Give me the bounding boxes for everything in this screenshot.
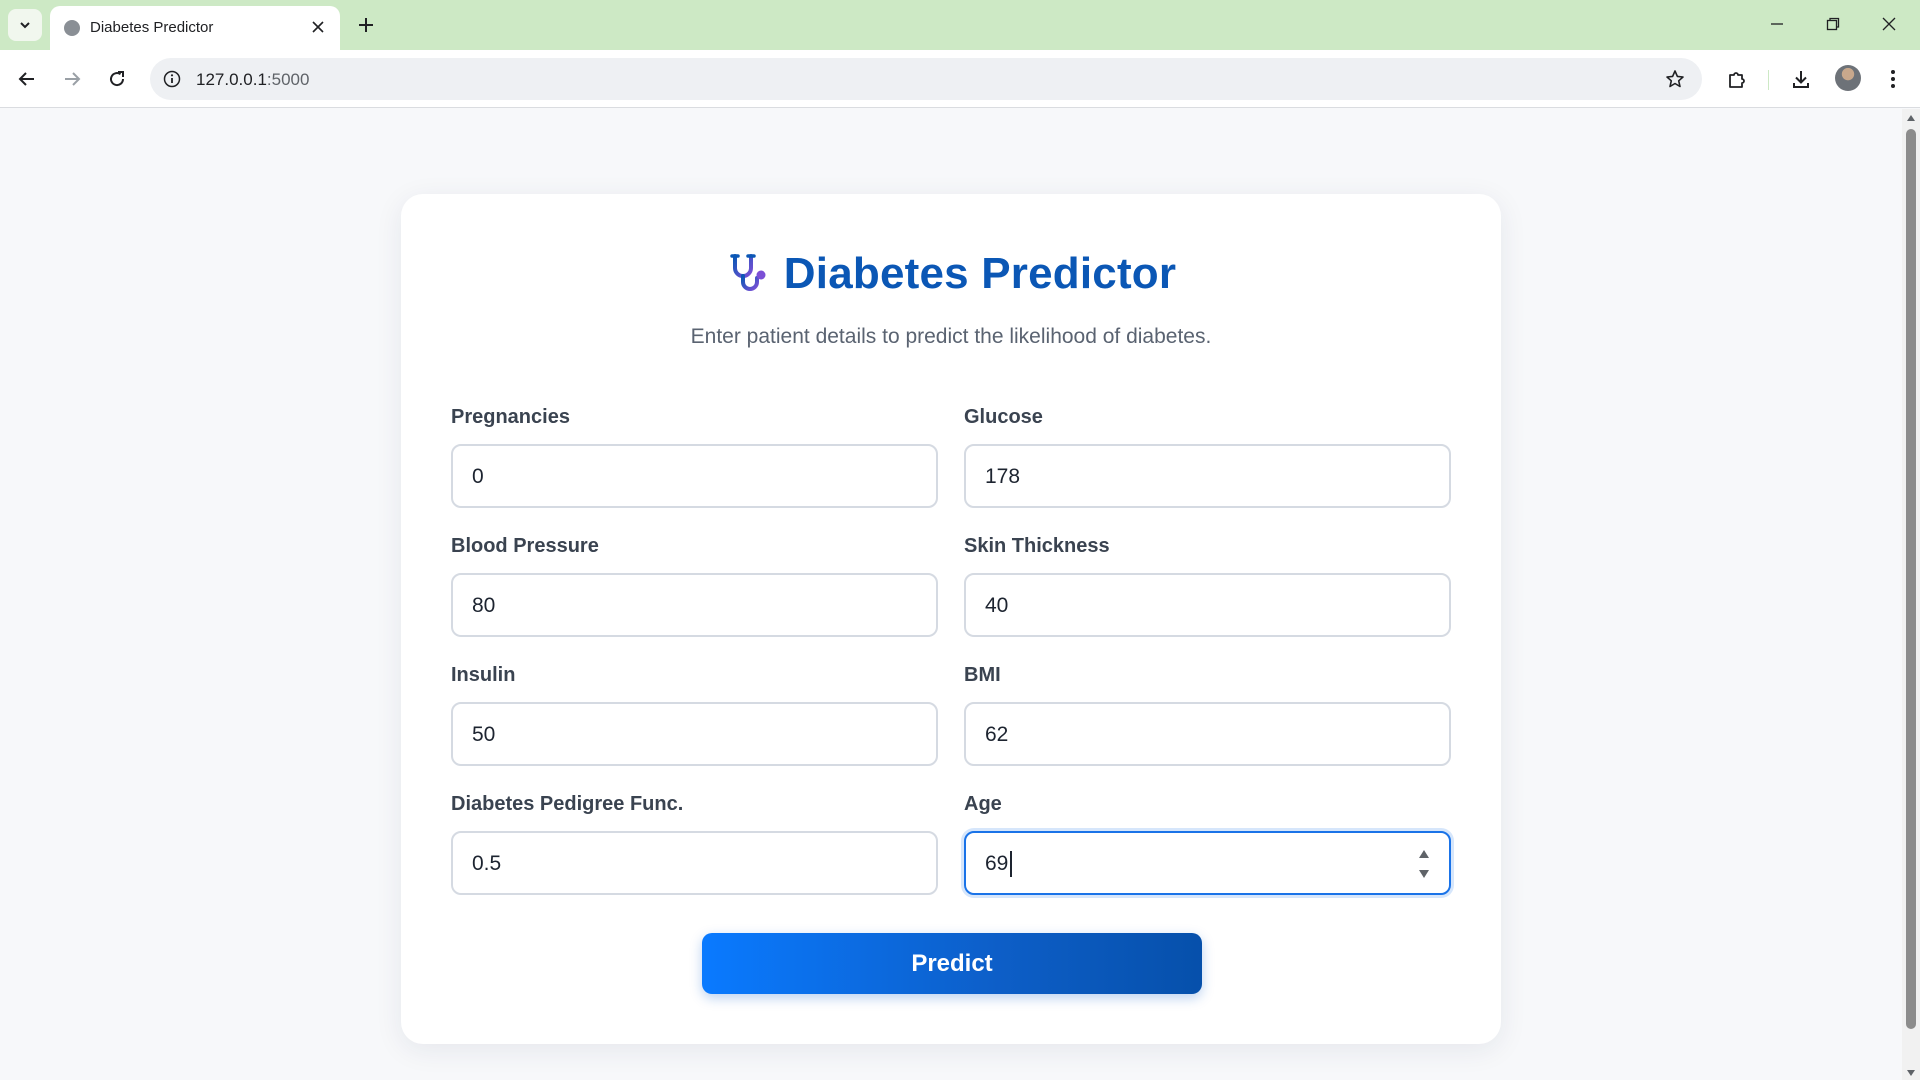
url-port: :5000 — [266, 70, 310, 89]
blood-pressure-input[interactable]: 80 — [451, 573, 938, 637]
skin-thickness-value: 40 — [985, 594, 1009, 617]
minimize-icon — [1771, 23, 1783, 25]
bmi-label: BMI — [964, 664, 1001, 686]
scroll-down-icon[interactable] — [1906, 1068, 1916, 1078]
url-text: 127.0.0.1:5000 — [196, 70, 309, 90]
page-title: Diabetes Predictor — [783, 249, 1177, 298]
pregnancies-value: 0 — [472, 465, 484, 488]
reload-icon — [110, 71, 125, 87]
page-viewport: Diabetes Predictor Enter patient details… — [0, 109, 1902, 1080]
browser-toolbar: 127.0.0.1:5000 — [0, 50, 1920, 108]
scrollbar-thumb[interactable] — [1906, 129, 1916, 1029]
globe-icon — [64, 20, 80, 36]
insulin-input[interactable]: 50 — [451, 702, 938, 766]
address-bar[interactable]: 127.0.0.1:5000 — [150, 58, 1702, 100]
blood-pressure-value: 80 — [472, 594, 496, 617]
age-input[interactable]: 69 — [964, 831, 1451, 895]
minimize-button[interactable] — [1754, 6, 1800, 42]
diabetes-pedigree-input[interactable]: 0.5 — [451, 831, 938, 895]
chevron-down-icon — [20, 22, 30, 29]
star-icon — [1666, 70, 1684, 88]
page-subtitle: Enter patient details to predict the lik… — [690, 325, 1212, 348]
predict-button-label: Predict — [911, 949, 993, 977]
extensions-button[interactable] — [1722, 64, 1752, 94]
close-icon — [1882, 17, 1896, 31]
downloads-button[interactable] — [1786, 64, 1816, 94]
age-value: 69 — [985, 852, 1009, 875]
page-heading: Diabetes Predictor — [401, 246, 1501, 302]
plus-icon — [359, 18, 373, 32]
download-icon — [1793, 71, 1809, 88]
bmi-value: 62 — [985, 723, 1009, 746]
pregnancies-label: Pregnancies — [451, 406, 570, 428]
site-info-icon[interactable] — [162, 69, 182, 89]
bmi-input[interactable]: 62 — [964, 702, 1451, 766]
spin-up-icon[interactable] — [1418, 849, 1430, 859]
browser-tab-bar: Diabetes Predictor — [0, 0, 1920, 50]
spin-down-icon[interactable] — [1418, 869, 1430, 879]
age-label: Age — [964, 793, 1002, 815]
skin-thickness-label: Skin Thickness — [964, 535, 1110, 557]
close-window-button[interactable] — [1866, 6, 1912, 42]
reload-button[interactable] — [101, 63, 133, 95]
tab-search-button[interactable] — [8, 9, 42, 41]
insulin-value: 50 — [472, 723, 496, 746]
arrow-right-icon — [65, 72, 81, 86]
puzzle-icon — [1729, 72, 1745, 88]
bookmark-star-button[interactable] — [1664, 68, 1686, 90]
forward-button[interactable] — [56, 63, 88, 95]
predictor-card: Diabetes Predictor Enter patient details… — [401, 194, 1501, 1044]
back-button[interactable] — [11, 63, 43, 95]
glucose-input[interactable]: 178 — [964, 444, 1451, 508]
tab-close-button[interactable] — [308, 17, 328, 37]
pregnancies-input[interactable]: 0 — [451, 444, 938, 508]
glucose-label: Glucose — [964, 406, 1043, 428]
predict-button[interactable]: Predict — [702, 933, 1202, 994]
diabetes-pedigree-label: Diabetes Pedigree Func. — [451, 793, 684, 815]
blood-pressure-label: Blood Pressure — [451, 535, 599, 557]
insulin-label: Insulin — [451, 664, 516, 686]
glucose-value: 178 — [985, 465, 1021, 488]
stethoscope-icon — [726, 251, 772, 297]
new-tab-button[interactable] — [352, 11, 380, 39]
page-scrollbar[interactable] — [1902, 109, 1920, 1080]
restore-button[interactable] — [1810, 6, 1856, 42]
skin-thickness-input[interactable]: 40 — [964, 573, 1451, 637]
restore-icon — [1826, 17, 1840, 31]
url-host: 127.0.0.1 — [196, 70, 267, 89]
toolbar-divider — [1768, 70, 1769, 90]
profile-avatar[interactable] — [1835, 65, 1861, 91]
diabetes-pedigree-value: 0.5 — [472, 852, 502, 875]
age-spinner[interactable] — [1417, 849, 1431, 879]
browser-menu-button[interactable] — [1878, 64, 1908, 94]
tab-title: Diabetes Predictor — [90, 19, 214, 36]
text-caret — [1010, 851, 1012, 877]
arrow-left-icon — [18, 72, 34, 86]
browser-tab[interactable]: Diabetes Predictor — [50, 6, 340, 50]
scroll-up-icon[interactable] — [1906, 113, 1916, 123]
more-vert-icon — [1891, 70, 1895, 88]
close-icon — [312, 21, 324, 33]
